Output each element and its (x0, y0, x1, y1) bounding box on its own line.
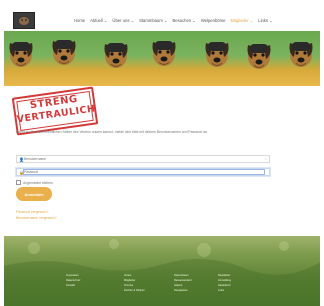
header: Home Aktuell ⌄ Über uns ⌄ Stammbaum ⌄ Besuch… (4, 9, 320, 31)
nav-item[interactable]: Stammbaum ⌄ (139, 18, 167, 23)
remember-me-label: Angemeldet bleiben (23, 180, 53, 185)
footer-link[interactable]: Links (218, 288, 231, 293)
nav-item[interactable]: Über uns ⌄ (112, 18, 134, 23)
nav-item[interactable]: Mitglieder ⌄ (230, 18, 253, 23)
footer-link[interactable]: Kontakt (66, 283, 80, 288)
nav-item[interactable]: Welpenbörse (201, 18, 226, 23)
confidential-stamp: STRENG VERTRAULICH (11, 86, 99, 136)
username-field: 👤 ○ (16, 155, 270, 163)
footer-link[interactable]: Züchter & Welpen (124, 288, 145, 293)
nav-item[interactable]: Aktuell ⌄ (90, 18, 107, 23)
login-section: STRENG VERTRAULICH Damit du die nicht-öf… (4, 86, 320, 236)
nav-item[interactable]: Home (74, 18, 85, 23)
login-button[interactable]: Anmelden (16, 187, 52, 201)
footer-col-1: Impressum Datenschutz Kontakt (66, 273, 80, 288)
user-icon: 👤 (19, 157, 24, 162)
remember-me[interactable]: Angemeldet bleiben (16, 180, 53, 185)
page: Home Aktuell ⌄ Über uns ⌄ Stammbaum ⌄ Besuch… (0, 0, 324, 306)
username-hint-icon: ○ (264, 157, 267, 161)
footer-link[interactable]: Neuigkeiten (174, 288, 191, 293)
footer-col-4: Newsletter Anmeldung Gästebuch Links (218, 273, 231, 293)
forgot-password-link[interactable]: Passwort vergessen? (16, 210, 48, 214)
username-input[interactable] (24, 156, 260, 162)
footer-col-2: Verein Mitglieder Termine Züchter & Welp… (124, 273, 145, 293)
footer-col-3: Stammbaum Rassestandard Galerie Neuigkei… (174, 273, 191, 293)
remember-me-checkbox[interactable] (16, 180, 21, 185)
main-nav: Home Aktuell ⌄ Über uns ⌄ Stammbaum ⌄ Besuch… (74, 9, 273, 31)
nav-item[interactable]: Besuchen ⌄ (173, 18, 196, 23)
password-input[interactable] (23, 169, 265, 175)
grass-background (4, 239, 320, 306)
footer: Impressum Datenschutz Kontakt Verein Mit… (4, 236, 320, 306)
forgot-username-link[interactable]: Benutzername vergessen? (16, 216, 57, 220)
header-banner-image (4, 31, 320, 86)
terrier-heads-banner (8, 39, 314, 70)
nav-item[interactable]: Links ⌄ (258, 18, 272, 23)
login-intro-text: Damit du die nicht-öffentlichen Seiten d… (16, 130, 208, 134)
club-logo[interactable] (13, 12, 35, 29)
password-field: 🔒 (16, 168, 270, 176)
